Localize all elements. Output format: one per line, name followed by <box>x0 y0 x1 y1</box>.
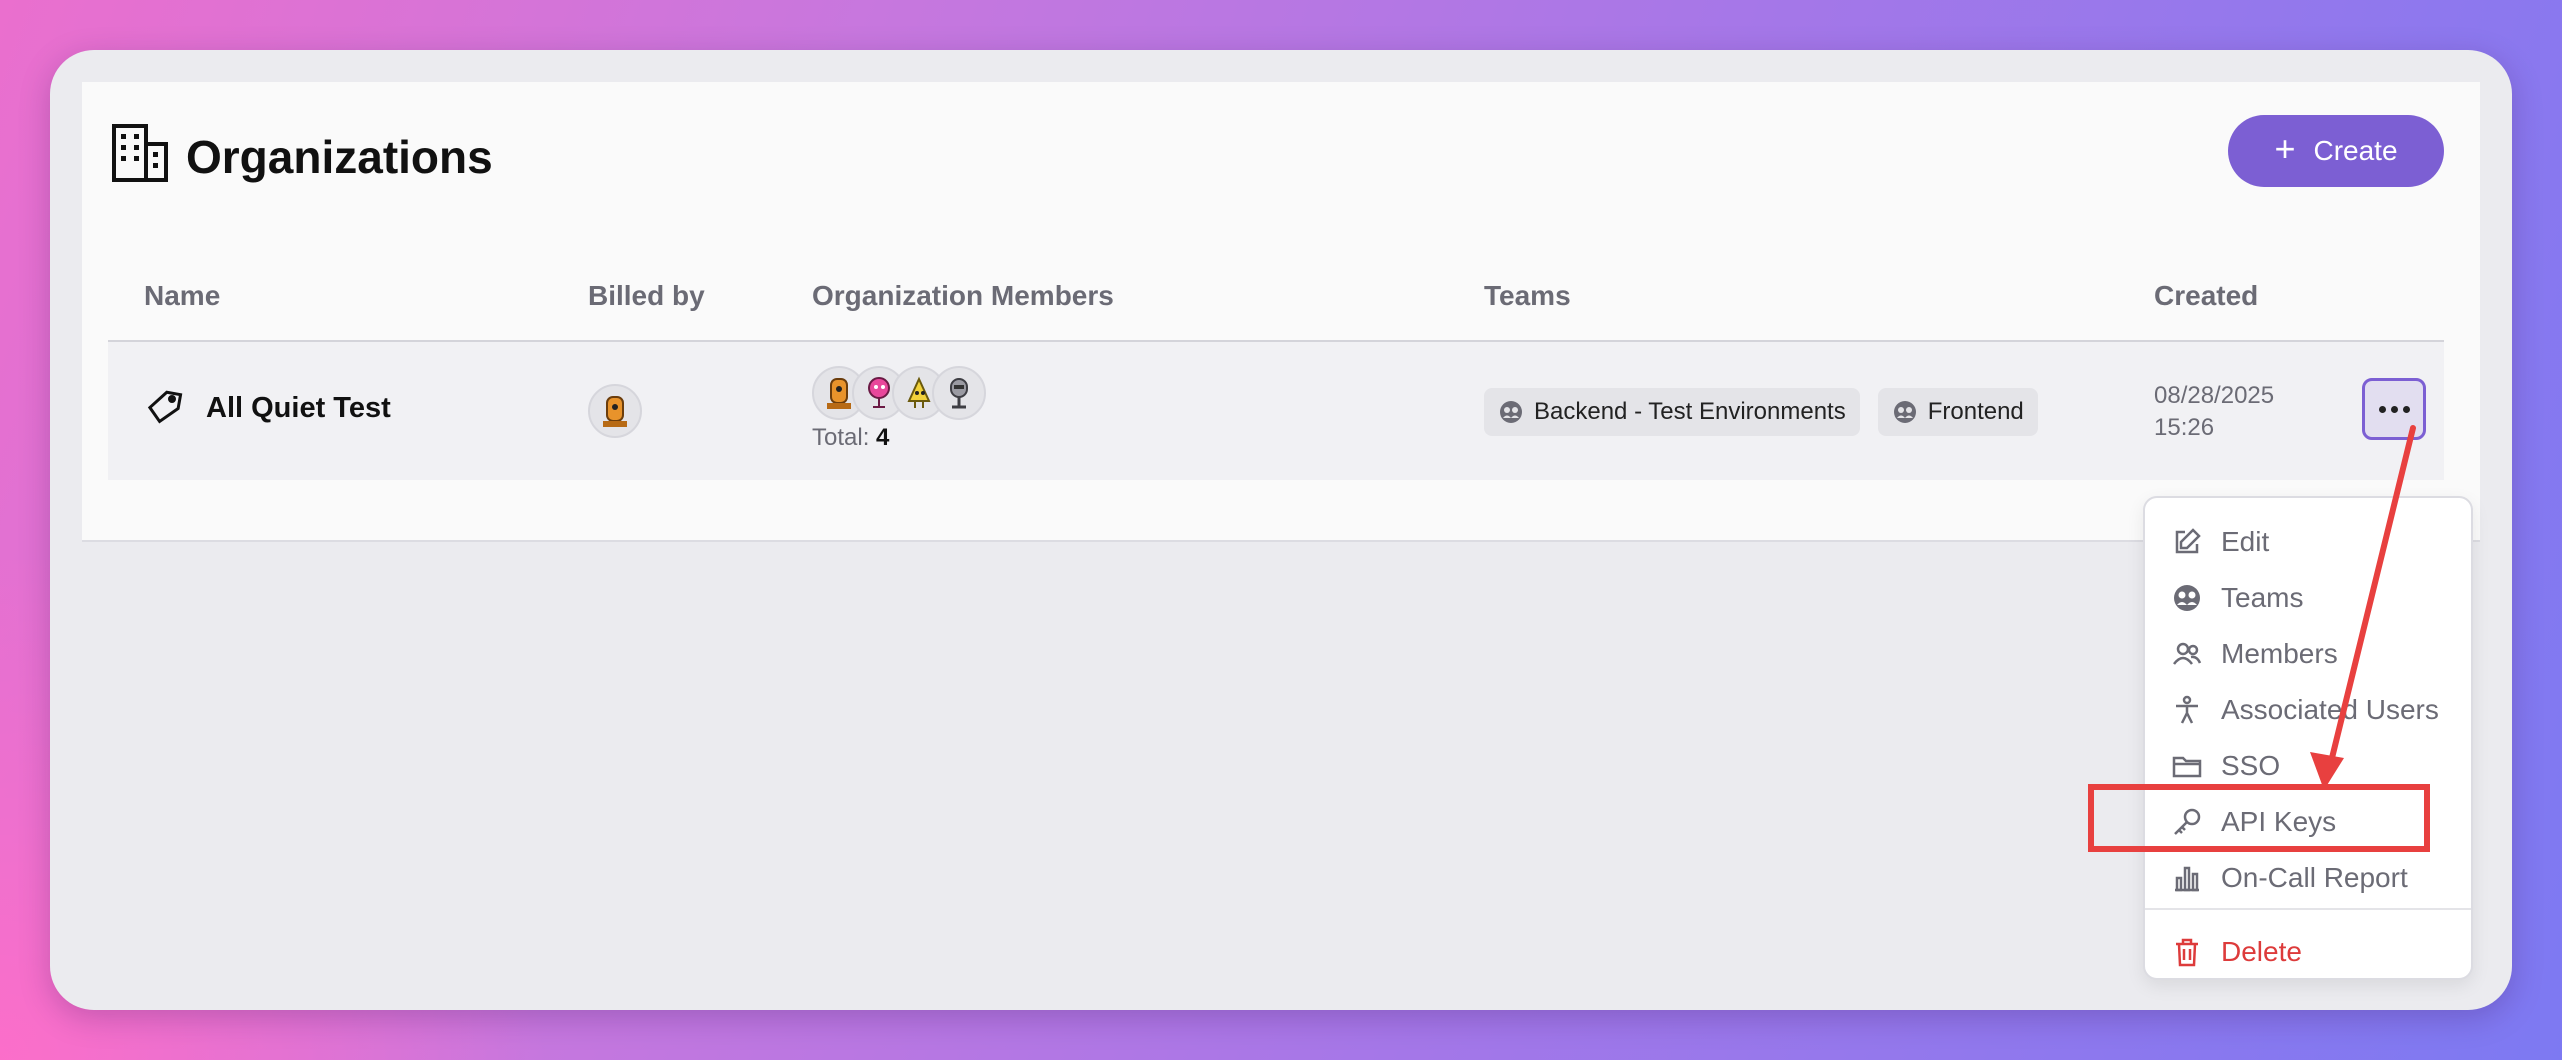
page-title: Organizations <box>186 131 493 183</box>
organization-members-cell: Total: 4 <box>812 366 986 452</box>
page-header: Organizations + Create <box>82 82 2480 232</box>
more-dot <box>2378 405 2386 413</box>
users-icon <box>2173 642 2202 665</box>
key-icon <box>2174 808 2201 835</box>
team-chip[interactable]: Backend - Test Environments <box>1484 388 1860 436</box>
avatar <box>588 384 642 438</box>
avatar <box>932 366 986 420</box>
created-cell: 08/28/2025 15:26 <box>2154 380 2274 444</box>
organization-name: All Quiet Test <box>206 391 391 424</box>
trash-icon <box>2176 938 2198 967</box>
members-total: Total: 4 <box>812 424 972 452</box>
members-total-label: Total: <box>812 424 870 451</box>
team-icon <box>1893 401 1916 423</box>
teams-cell: Backend - Test Environments Frontend <box>1484 388 2038 436</box>
team-icon <box>1500 401 1522 423</box>
menu-item-label: On-Call Report <box>2221 862 2408 893</box>
column-header-members[interactable]: Organization Members <box>812 280 1114 312</box>
bar-chart-icon <box>2175 866 2199 892</box>
table-header: Name Billed by Organization Members Team… <box>108 262 2444 342</box>
menu-item-delete[interactable]: Delete <box>2145 928 2471 976</box>
row-actions-button[interactable] <box>2362 378 2426 440</box>
created-date: 08/28/2025 <box>2154 382 2275 409</box>
menu-item-label: API Keys <box>2221 806 2337 837</box>
plus-icon: + <box>2274 128 2296 169</box>
menu-item-label: Delete <box>2221 936 2302 967</box>
menu-item-teams[interactable]: Teams <box>2145 574 2471 622</box>
more-dot <box>2402 405 2410 413</box>
column-header-created[interactable]: Created <box>2154 280 2258 312</box>
table-row[interactable]: All Quiet Test Total: 4 Backend - Test E… <box>108 342 2444 480</box>
members-total-count: 4 <box>876 424 890 451</box>
menu-item-members[interactable]: Members <box>2145 630 2471 678</box>
team-chip[interactable]: Frontend <box>1877 388 2038 436</box>
billed-by-cell <box>588 384 642 438</box>
menu-item-sso[interactable]: SSO <box>2145 742 2471 790</box>
members-avatar-stack[interactable] <box>812 366 986 420</box>
person-accessibility-icon <box>2176 695 2198 724</box>
row-actions-menu: Edit Teams Members Associated Users SSO … <box>2143 496 2473 980</box>
menu-item-api-keys[interactable]: API Keys <box>2145 798 2471 846</box>
tag-icon <box>147 390 183 424</box>
menu-item-associated-users[interactable]: Associated Users <box>2145 686 2471 734</box>
menu-divider <box>2145 908 2471 910</box>
create-button[interactable]: + Create <box>2228 115 2444 187</box>
team-chip-label: Frontend <box>1927 398 2024 425</box>
menu-item-label: Associated Users <box>2221 694 2439 725</box>
create-button-label: Create <box>2313 135 2398 166</box>
app-window: Organizations + Create Name Billed by Or… <box>50 50 2512 1010</box>
building-icon <box>112 124 168 182</box>
folder-icon <box>2172 756 2202 778</box>
robot-orange-icon <box>603 396 627 427</box>
menu-item-edit[interactable]: Edit <box>2145 518 2471 566</box>
column-header-name[interactable]: Name <box>144 280 220 312</box>
menu-item-on-call-report[interactable]: On-Call Report <box>2145 854 2471 902</box>
team-icon <box>2174 585 2200 611</box>
organization-name-cell[interactable]: All Quiet Test <box>144 388 391 428</box>
team-chip-label: Backend - Test Environments <box>1534 398 1846 425</box>
edit-icon <box>2175 528 2201 554</box>
menu-item-label: Edit <box>2221 526 2270 557</box>
menu-item-label: Teams <box>2221 582 2304 613</box>
created-time: 15:26 <box>2154 414 2215 441</box>
column-header-teams[interactable]: Teams <box>1484 280 1571 312</box>
organizations-table: Name Billed by Organization Members Team… <box>108 262 2444 480</box>
more-dot <box>2390 405 2398 413</box>
organizations-panel: Organizations + Create Name Billed by Or… <box>82 82 2480 542</box>
menu-item-label: SSO <box>2221 750 2281 781</box>
menu-item-label: Members <box>2221 638 2338 669</box>
robot-gray-icon <box>950 378 968 409</box>
column-header-billed-by[interactable]: Billed by <box>588 280 705 312</box>
